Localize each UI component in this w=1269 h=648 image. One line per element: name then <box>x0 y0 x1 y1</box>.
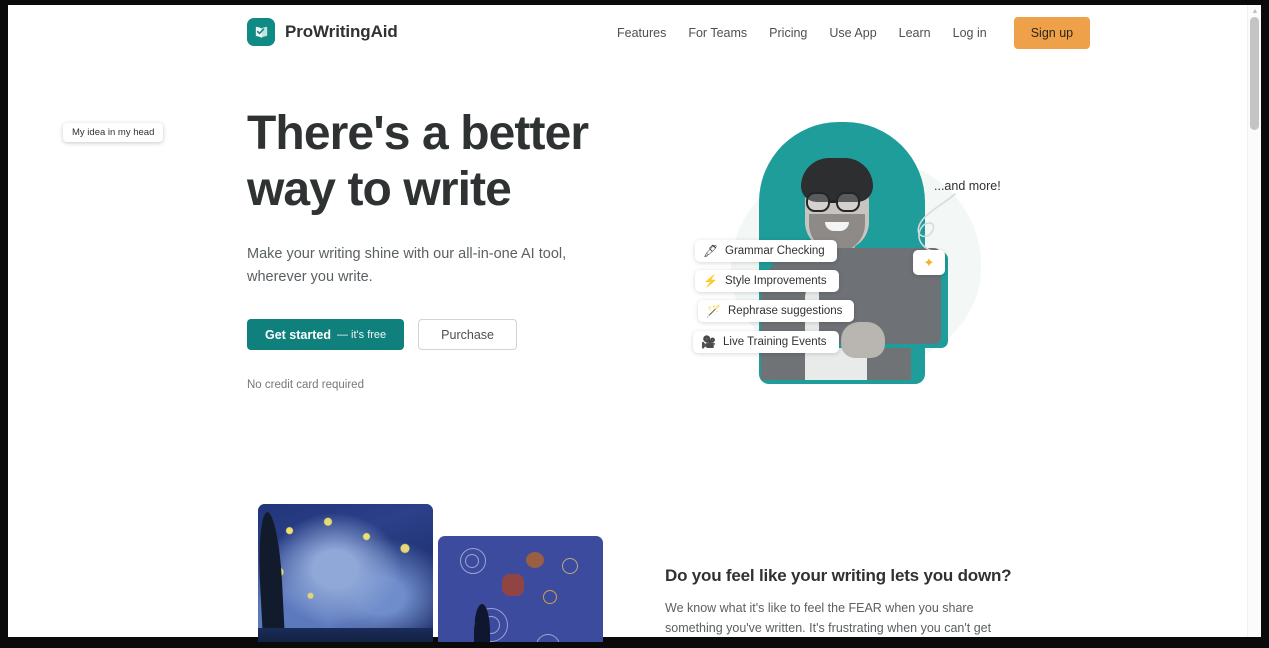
feature-badge-label: Rephrase suggestions <box>728 305 843 317</box>
lower-section-title: Do you feel like your writing lets you d… <box>665 566 1012 585</box>
starry-night-caption: My idea in my head <box>63 123 164 142</box>
brand-logo-link[interactable]: ProWritingAid <box>247 18 398 46</box>
starry-night-painting <box>258 504 433 642</box>
nav-item-pricing[interactable]: Pricing <box>758 19 818 48</box>
nav-item-learn[interactable]: Learn <box>888 19 942 48</box>
quill-pen-icon: 🖋 <box>703 244 719 258</box>
lower-section-body: We know what it's like to feel the FEAR … <box>665 601 992 642</box>
feature-badge-label: Live Training Events <box>723 336 827 348</box>
sparkles-icon: ✦ <box>913 250 945 275</box>
brand-name: ProWritingAid <box>285 22 398 41</box>
site-header: ProWritingAid Features For Teams Pricing… <box>8 5 1247 62</box>
feature-badge-label: Style Improvements <box>725 275 827 287</box>
doodle-spiral <box>562 558 578 574</box>
doodle-spiral <box>465 554 479 568</box>
doodle-drawing-panel <box>438 536 603 642</box>
starry-night-sky <box>258 504 433 642</box>
get-started-label: Get started <box>265 327 331 342</box>
scroll-up-arrow-icon[interactable]: ▲ <box>1251 8 1259 16</box>
hero-headline: There's a better way to write <box>247 107 589 216</box>
doodle-blob <box>502 574 524 596</box>
hero-cta-row: Get started — it's free Purchase <box>247 319 637 350</box>
browser-viewport: ProWritingAid Features For Teams Pricing… <box>8 5 1261 642</box>
hero-copy: There's a better way to write Make your … <box>247 106 637 391</box>
glasses-right-lens-icon <box>836 192 860 212</box>
nav-item-for-teams[interactable]: For Teams <box>677 19 758 48</box>
pointer-squiggle <box>917 193 956 253</box>
book-check-icon <box>247 18 275 46</box>
feature-badge-label: Grammar Checking <box>725 245 825 257</box>
nav-item-features[interactable]: Features <box>606 19 677 48</box>
no-credit-card-note: No credit card required <box>247 379 364 391</box>
magic-wand-icon: 🪄 <box>706 304 721 318</box>
and-more-label: ...and more! <box>934 179 1001 193</box>
hero-illustration: ...and more! ✦ 🖋 Grammar Checking ⚡ Styl… <box>663 100 1023 400</box>
glasses-left-lens-icon <box>806 192 830 212</box>
glasses-bridge <box>830 200 836 203</box>
doodle-blob <box>526 552 544 568</box>
doodle-spiral <box>543 590 557 604</box>
lower-copy-block: Do you feel like your writing lets you d… <box>665 566 1015 642</box>
page-scrollbar[interactable]: ▲ <box>1247 5 1261 642</box>
feature-badge-live-training-events: 🎥 Live Training Events <box>693 331 839 353</box>
feature-badge-grammar-checking: 🖋 Grammar Checking <box>695 240 837 262</box>
video-camera-icon: 🎥 <box>701 335 716 349</box>
purchase-button[interactable]: Purchase <box>418 319 517 350</box>
nav-item-log-in[interactable]: Log in <box>942 19 998 48</box>
sign-up-button[interactable]: Sign up <box>1013 17 1091 49</box>
nav-item-use-app[interactable]: Use App <box>818 19 887 48</box>
figure-hand <box>841 322 885 358</box>
lightning-bolt-icon: ⚡ <box>703 274 718 288</box>
page-content: ProWritingAid Features For Teams Pricing… <box>8 5 1261 642</box>
window-bottom-edge <box>0 637 1269 648</box>
feature-badge-style-improvements: ⚡ Style Improvements <box>695 270 839 292</box>
doodle-spiral <box>536 634 560 642</box>
browser-frame: ProWritingAid Features For Teams Pricing… <box>0 0 1269 648</box>
hero-subheadline: Make your writing shine with our all-in-… <box>247 246 567 285</box>
get-started-button[interactable]: Get started — it's free <box>247 319 405 350</box>
get-started-subtext: — it's free <box>337 328 387 341</box>
scrollbar-thumb[interactable] <box>1250 17 1259 130</box>
starry-night-village <box>258 628 433 642</box>
main-navigation: Features For Teams Pricing Use App Learn… <box>606 17 1091 49</box>
feature-badge-rephrase-suggestions: 🪄 Rephrase suggestions <box>698 300 855 322</box>
